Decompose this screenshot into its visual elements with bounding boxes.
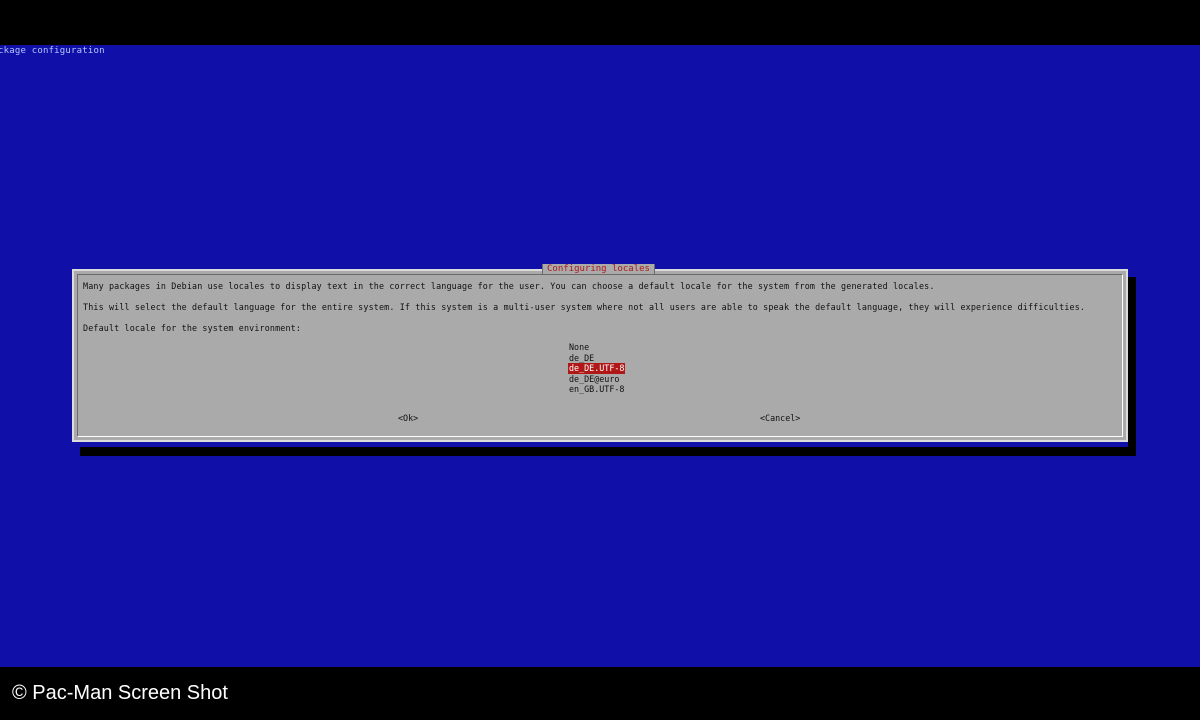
description-paragraph-2: This will select the default language fo… (83, 302, 1086, 312)
locale-option-de-de-euro[interactable]: de_DE@euro (568, 374, 625, 385)
cancel-button[interactable]: <Cancel> (760, 413, 800, 423)
screenshot-credit: © Pac-Man Screen Shot (12, 682, 228, 704)
locale-option-none[interactable]: None (568, 342, 625, 353)
dialog-title: Configuring locales (542, 264, 655, 274)
locale-list[interactable]: None de_DE de_DE.UTF-8 de_DE@euro en_GB.… (568, 342, 626, 395)
description-paragraph-1: Many packages in Debian use locales to d… (83, 281, 935, 291)
locale-option-de-de-utf8[interactable]: de_DE.UTF-8 (568, 363, 626, 374)
backtitle: ckage configuration (0, 46, 105, 56)
debconf-console: ckage configuration Configuring locales … (0, 45, 1200, 667)
bottom-caption-bar: © Pac-Man Screen Shot (0, 667, 1200, 720)
ok-button[interactable]: <Ok> (398, 413, 418, 423)
top-letterbox (0, 0, 1200, 45)
screenshot: ckage configuration Configuring locales … (0, 0, 1200, 720)
locale-option-en-gb-utf8[interactable]: en_GB.UTF-8 (568, 384, 625, 395)
dialog-shadow-right (1128, 277, 1136, 456)
configuring-locales-dialog: Configuring locales Many packages in Deb… (72, 264, 1128, 442)
locale-prompt: Default locale for the system environmen… (83, 323, 302, 333)
locale-option-de-de[interactable]: de_DE (568, 353, 625, 364)
dialog-shadow (80, 447, 1136, 456)
